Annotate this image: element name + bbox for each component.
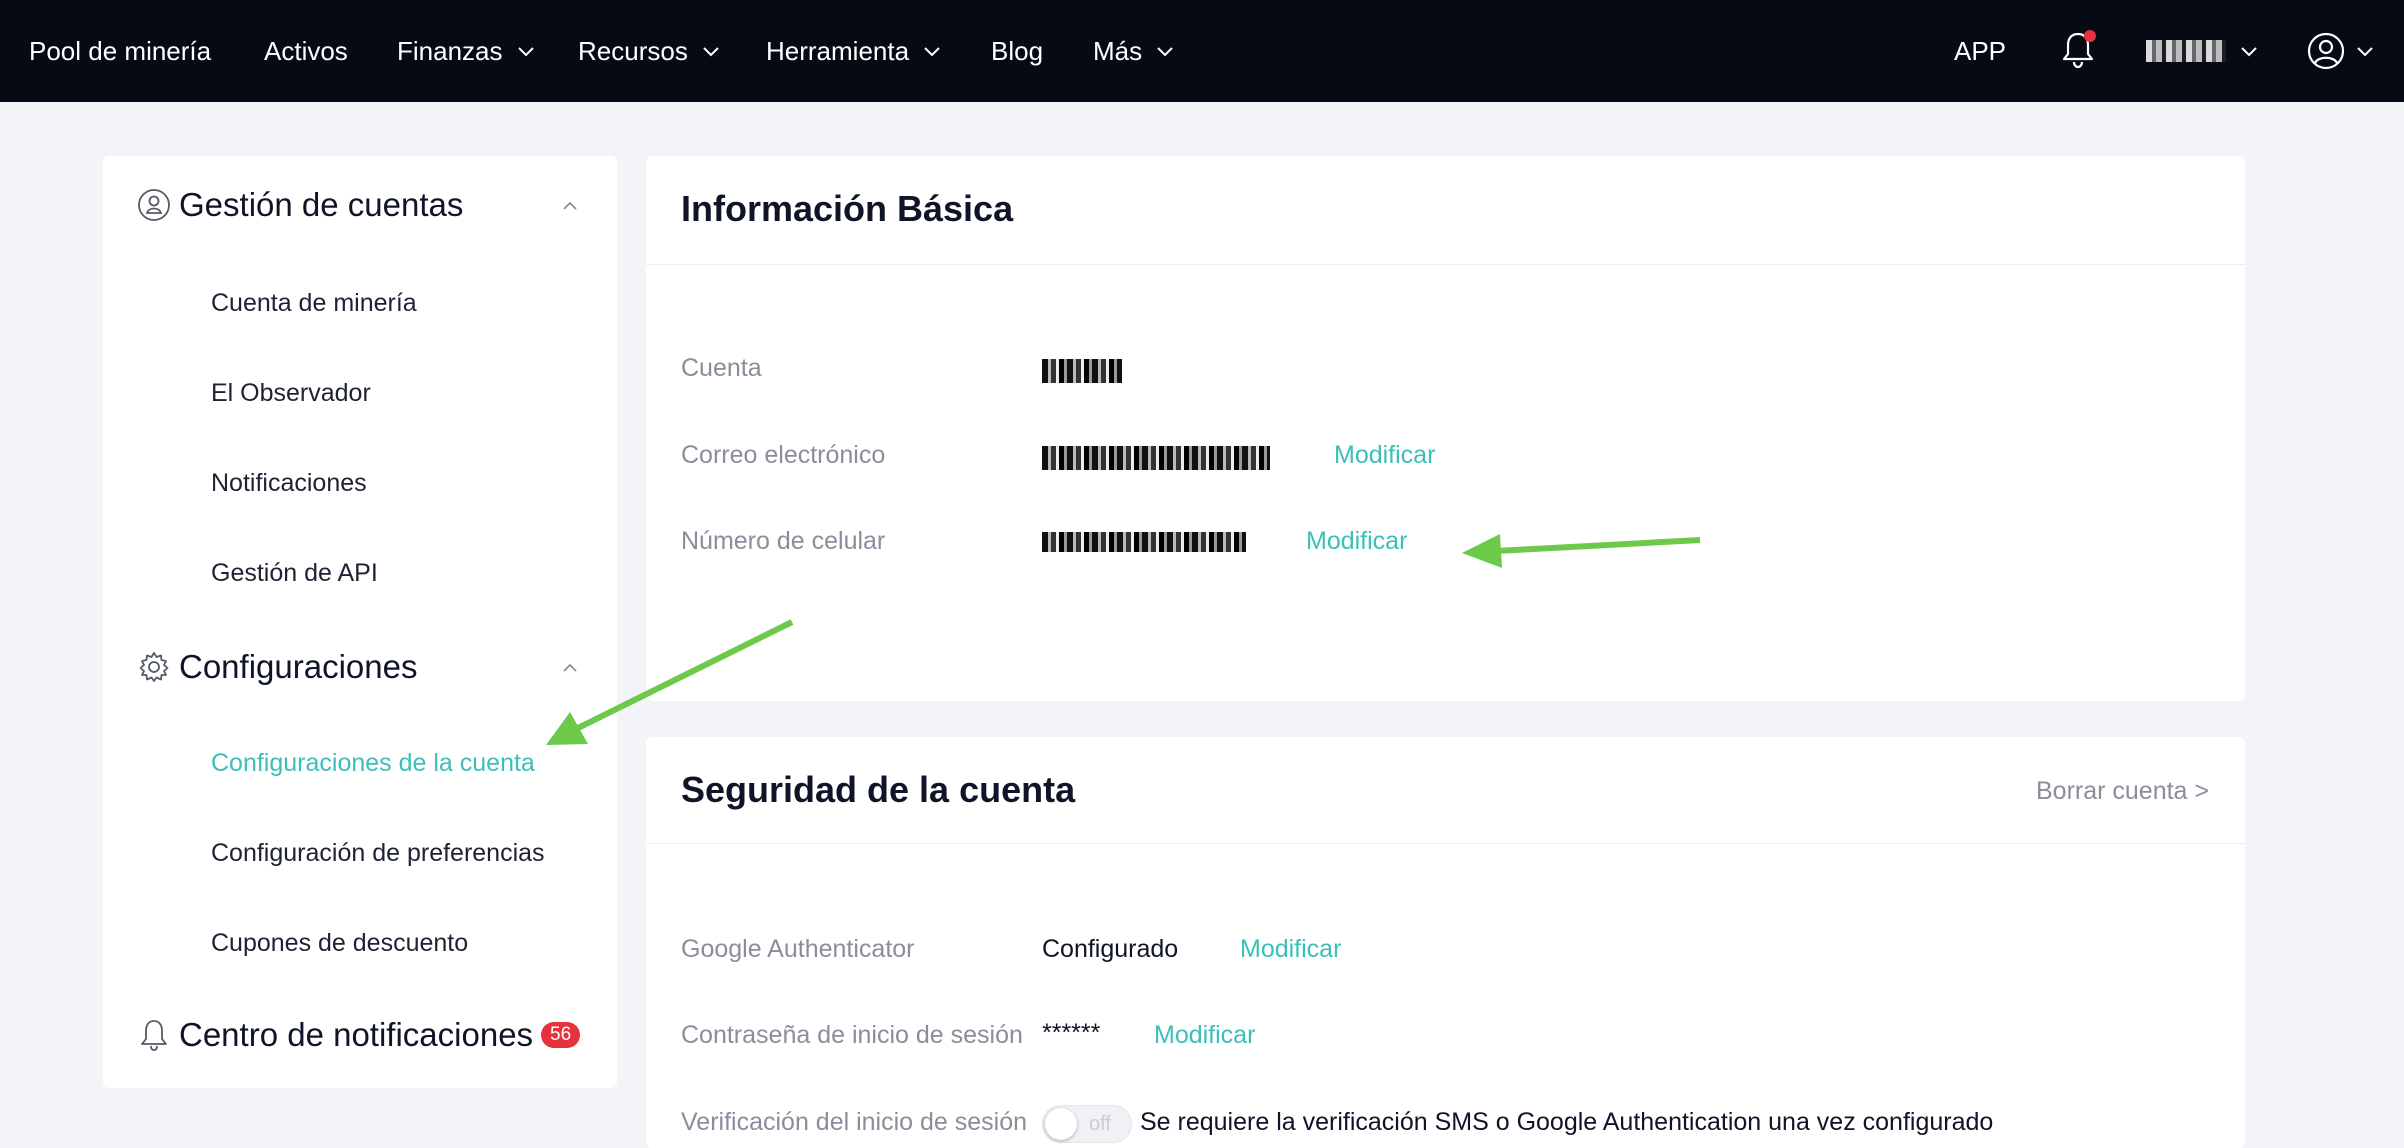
sidebar-item-gestion-de-api[interactable]: Gestión de API [211,559,378,588]
nav-app[interactable]: APP [1954,0,2006,102]
user-avatar-icon[interactable] [2306,31,2346,71]
redacted-username [2146,40,2226,62]
chevron-down-icon [702,46,720,57]
nav-activos[interactable]: Activos [264,0,348,102]
redacted-email-value [1042,446,1270,470]
toggle-state-label: off [1089,1113,1111,1135]
sidebar-item-configuracion-de-preferencias[interactable]: Configuración de preferencias [211,839,545,868]
brand-pool-de-mineria[interactable]: Pool de minería [29,0,211,102]
label-contrasena-inicio-sesion: Contraseña de inicio de sesión [681,1021,1023,1049]
modify-login-password-link[interactable]: Modificar [1154,1021,1255,1050]
redacted-phone-value [1042,532,1246,552]
sidebar-group-centro-de-notificaciones[interactable]: Centro de notificaciones 56 [137,1016,581,1054]
label-google-authenticator: Google Authenticator [681,935,915,963]
nav-herramienta[interactable]: Herramienta [766,0,941,102]
google-authenticator-status: Configurado [1042,935,1179,963]
basic-info-card: Información Básica Cuenta Correo electró… [646,156,2245,701]
label-cuenta: Cuenta [681,354,762,382]
basic-info-title: Información Básica [681,188,1014,229]
login-verification-note: Se requiere la verificación SMS o Google… [1140,1108,1994,1136]
nav-recursos-label: Recursos [578,35,688,66]
nav-finanzas[interactable]: Finanzas [397,0,535,102]
nav-finanzas-label: Finanzas [397,35,503,66]
bell-icon [137,1018,171,1052]
login-verification-toggle[interactable]: off [1042,1105,1132,1143]
sidebar-group-title: Centro de notificaciones [179,1016,534,1053]
divider [646,843,2245,844]
delete-account-link[interactable]: Borrar cuenta > [2036,777,2209,806]
label-numero-de-celular: Número de celular [681,527,886,555]
notifications-bell-icon[interactable] [2058,30,2098,70]
account-security-card: Seguridad de la cuenta Borrar cuenta > G… [646,737,2245,1148]
sidebar-item-notificaciones[interactable]: Notificaciones [211,469,367,498]
modify-phone-link[interactable]: Modificar [1306,527,1407,556]
chevron-up-icon[interactable] [561,661,579,673]
nav-mas-label: Más [1093,35,1143,66]
chevron-up-icon[interactable] [561,199,579,211]
sidebar-item-configuraciones-de-la-cuenta[interactable]: Configuraciones de la cuenta [211,749,535,778]
label-verificacion-inicio-sesion: Verificación del inicio de sesión [681,1108,1028,1136]
top-navigation-bar: Pool de minería Activos Finanzas Recurso… [0,0,2404,102]
sidebar-item-cuenta-de-mineria[interactable]: Cuenta de minería [211,289,417,318]
nav-mas[interactable]: Más [1093,0,1174,102]
sidebar-group-gestion-de-cuentas[interactable]: Gestión de cuentas [137,186,463,224]
user-menu[interactable] [2146,0,2258,102]
chevron-down-icon [517,46,535,57]
redacted-account-value [1042,359,1122,383]
modify-google-authenticator-link[interactable]: Modificar [1240,935,1341,964]
chevron-down-icon [1156,46,1174,57]
nav-herramienta-label: Herramienta [766,35,910,66]
login-password-masked: ****** [1042,1019,1101,1047]
account-security-title: Seguridad de la cuenta [681,769,1076,810]
sidebar-item-cupones-de-descuento[interactable]: Cupones de descuento [211,929,468,958]
label-correo-electronico: Correo electrónico [681,441,886,469]
modify-email-link[interactable]: Modificar [1334,441,1435,470]
nav-recursos[interactable]: Recursos [578,0,720,102]
account-icon [137,188,171,222]
sidebar-item-el-observador[interactable]: El Observador [211,379,371,408]
sidebar-group-title: Gestión de cuentas [179,186,464,223]
divider [646,264,2245,265]
notification-count-badge: 56 [541,1022,581,1048]
gear-icon [137,650,171,684]
sidebar-group-configuraciones[interactable]: Configuraciones [137,648,417,686]
sidebar-group-title: Configuraciones [179,648,418,685]
nav-blog[interactable]: Blog [991,0,1043,102]
chevron-down-icon [923,46,941,57]
notification-dot [2084,30,2096,42]
sidebar: Gestión de cuentas Cuenta de minería El … [103,156,617,1088]
toggle-knob [1045,1108,1077,1140]
chevron-down-icon [2240,46,2258,57]
chevron-down-icon[interactable] [2356,44,2374,62]
